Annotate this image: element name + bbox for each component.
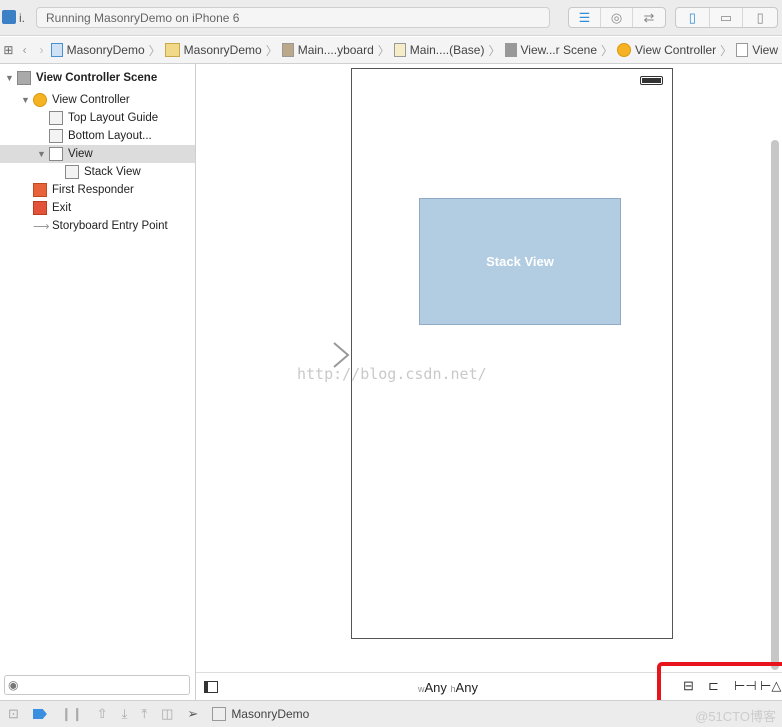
- pause-icon[interactable]: ❙❙: [61, 706, 83, 722]
- debug-bar: ⊡ ❙❙ ⇧ ⤓ ⤒ ◫ ➢ MasonryDemo @51CTO博客: [0, 700, 782, 727]
- view-debugger-icon[interactable]: ◫: [161, 706, 173, 722]
- stack-view[interactable]: Stack View: [419, 198, 621, 325]
- version-editor-icon[interactable]: ⇄: [633, 8, 665, 27]
- view-controller-icon: [33, 93, 47, 107]
- step-out-icon[interactable]: ⤒: [141, 706, 147, 722]
- bottom-layout-guide-icon: [49, 129, 63, 143]
- breadcrumb-label: Main....(Base): [409, 43, 485, 57]
- storyboard-base-icon: [393, 43, 406, 57]
- breadcrumb-project[interactable]: MasonryDemo: [50, 43, 145, 57]
- breadcrumb-label: MasonryDemo: [183, 43, 262, 57]
- outline-filter-input[interactable]: ◉: [4, 675, 190, 695]
- outline-item-bottom-layout-guide[interactable]: Bottom Layout...: [0, 127, 195, 145]
- breadcrumb-label: View: [752, 43, 778, 57]
- view-controller-icon: [617, 43, 632, 57]
- folder-icon: [164, 43, 180, 57]
- breadcrumb-label: Main....yboard: [297, 43, 374, 57]
- utilities-toggle-icon[interactable]: ▯: [743, 8, 777, 27]
- outline-label: View: [68, 148, 93, 160]
- outline-item-scene[interactable]: ▼ View Controller Scene: [0, 69, 195, 87]
- view-controller-scene[interactable]: [351, 68, 673, 639]
- forward-button[interactable]: ›: [32, 43, 50, 57]
- height-value: Any: [455, 680, 478, 695]
- outline-item-view[interactable]: ▼ View: [0, 145, 195, 163]
- back-button[interactable]: ‹: [17, 43, 32, 57]
- disclosure-triangle-icon[interactable]: ▼: [5, 73, 17, 83]
- debug-target[interactable]: MasonryDemo: [212, 707, 309, 721]
- outline-item-top-layout-guide[interactable]: Top Layout Guide: [0, 109, 195, 127]
- size-class-selector[interactable]: wAny hAny: [418, 680, 478, 695]
- exit-icon: [33, 201, 47, 215]
- standard-editor-icon[interactable]: ☰: [569, 8, 602, 27]
- toolbar: i. Running MasonryDemo on iPhone 6 ☰ ◎ ⇄…: [0, 0, 782, 36]
- debug-target-label: MasonryDemo: [231, 707, 310, 721]
- step-into-icon[interactable]: ⤓: [122, 706, 128, 722]
- breadcrumb-group[interactable]: MasonryDemo: [164, 43, 262, 57]
- related-items-icon[interactable]: ⊞: [0, 43, 17, 57]
- navigator-toggle-icon[interactable]: ▯: [676, 8, 710, 27]
- location-icon[interactable]: ➢: [187, 706, 198, 722]
- first-responder-icon: [33, 183, 47, 197]
- outline-label: Storyboard Entry Point: [52, 220, 168, 232]
- jump-bar: ⊞ ‹ › MasonryDemo 〉 MasonryDemo 〉 Main....…: [0, 37, 782, 64]
- corner-watermark: @51CTO博客: [695, 709, 776, 724]
- editor-mode-segment: ☰ ◎ ⇄: [568, 7, 666, 28]
- breadcrumb-label: View...r Scene: [520, 43, 598, 57]
- storyboard-icon: [281, 43, 294, 57]
- outline-item-stack-view[interactable]: Stack View: [0, 163, 195, 181]
- step-over-icon[interactable]: ⇧: [97, 706, 108, 722]
- battery-icon: [640, 76, 663, 85]
- view-icon: [49, 147, 63, 161]
- outline-label: Exit: [52, 202, 72, 214]
- app-target-icon: [212, 707, 227, 721]
- outline-label: View Controller: [52, 94, 130, 106]
- outline-item-first-responder[interactable]: First Responder: [0, 181, 195, 199]
- width-value: Any: [424, 680, 447, 695]
- filter-icon: ◉: [8, 678, 19, 692]
- disclosure-triangle-icon[interactable]: ▼: [21, 95, 33, 105]
- stack-view-icon: [65, 165, 79, 179]
- debug-area-toggle-icon[interactable]: ▭: [710, 8, 744, 27]
- panel-toggle-segment: ▯ ▭ ▯: [675, 7, 778, 28]
- scheme-icon[interactable]: [2, 10, 16, 24]
- hide-debug-area-icon[interactable]: ⊡: [8, 706, 19, 722]
- top-layout-guide-icon: [49, 111, 63, 125]
- breadcrumb-base[interactable]: Main....(Base): [393, 43, 485, 57]
- outline-item-view-controller[interactable]: ▼ View Controller: [0, 91, 195, 109]
- breadcrumb-label: View Controller: [635, 43, 717, 57]
- breadcrumb-view-controller[interactable]: View Controller: [617, 43, 716, 57]
- breakpoints-toggle-icon[interactable]: [32, 709, 47, 719]
- view-icon: [736, 43, 749, 57]
- watermark-text: http://blog.csdn.net/: [297, 365, 487, 383]
- document-outline: ▼ View Controller Scene ▼ View Controller …: [0, 64, 196, 700]
- breadcrumb-storyboard[interactable]: Main....yboard: [281, 43, 374, 57]
- scene-icon: [17, 71, 31, 85]
- outline-label: Stack View: [84, 166, 141, 178]
- scheme-label[interactable]: i.: [19, 11, 25, 25]
- disclosure-triangle-icon[interactable]: ▼: [37, 149, 49, 159]
- breadcrumb-label: MasonryDemo: [66, 43, 145, 57]
- outline-item-entry-point[interactable]: ⟶ Storyboard Entry Point: [0, 217, 195, 235]
- outline-item-exit[interactable]: Exit: [0, 199, 195, 217]
- outline-label: Bottom Layout...: [68, 130, 152, 142]
- vertical-scrollbar[interactable]: [771, 140, 779, 670]
- project-icon: [50, 43, 63, 57]
- activity-status: Running MasonryDemo on iPhone 6: [36, 7, 550, 28]
- scene-icon: [504, 43, 517, 57]
- show-outline-toggle-icon[interactable]: [204, 681, 218, 693]
- outline-label: Top Layout Guide: [68, 112, 159, 124]
- breadcrumb-scene[interactable]: View...r Scene: [504, 43, 598, 57]
- outline-label: View Controller Scene: [36, 72, 158, 84]
- breadcrumb-view[interactable]: View: [736, 43, 778, 57]
- outline-label: First Responder: [52, 184, 134, 196]
- assistant-editor-icon[interactable]: ◎: [601, 8, 634, 27]
- entry-point-arrow-icon: ⟶: [33, 221, 50, 233]
